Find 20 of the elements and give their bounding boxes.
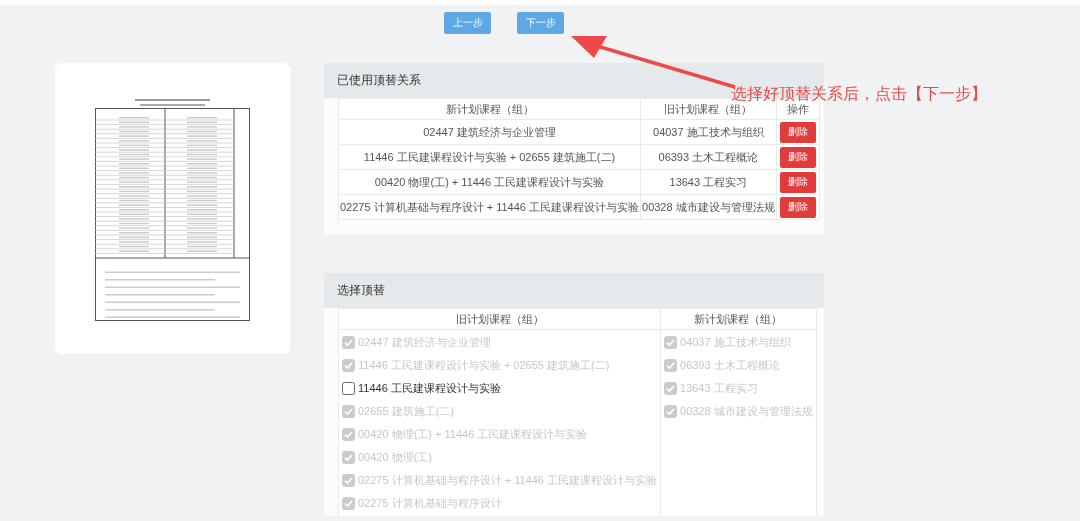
table-cell: 00420 物理(工) + 11446 工民建课程设计与实验 [338, 169, 641, 195]
table-cell: 06393 土木工程概论 [640, 144, 777, 170]
delete-button[interactable]: 删除 [779, 171, 816, 193]
panel-title: 选择顶替 [324, 273, 824, 308]
checkbox[interactable] [342, 382, 355, 395]
column-header: 新计划课程（组） [338, 98, 641, 120]
column-header: 新计划课程（组） [660, 308, 817, 330]
table-cell: 02447 建筑经济与企业管理 [338, 119, 641, 145]
table-cell: 00328 城市建设与管理法规 [640, 194, 777, 220]
checkbox-label[interactable]: 11446 工民建课程设计与实验 [358, 381, 501, 396]
step-button[interactable]: 下一步 [517, 12, 564, 34]
step-button[interactable]: 上一步 [444, 12, 491, 34]
delete-button[interactable]: 删除 [779, 196, 816, 218]
table-cell: 04037 施工技术与组织 [640, 119, 777, 145]
delete-button[interactable]: 删除 [779, 146, 816, 168]
table-cell: 13643 工程实习 [640, 169, 777, 195]
delete-button[interactable]: 删除 [779, 121, 816, 143]
table-cell: 02275 计算机基础与程序设计 + 11446 工民建课程设计与实验 [338, 194, 641, 220]
column-header: 旧计划课程（组） [338, 308, 661, 330]
table-cell: 11446 工民建课程设计与实验 + 02655 建筑施工(二) [338, 144, 641, 170]
